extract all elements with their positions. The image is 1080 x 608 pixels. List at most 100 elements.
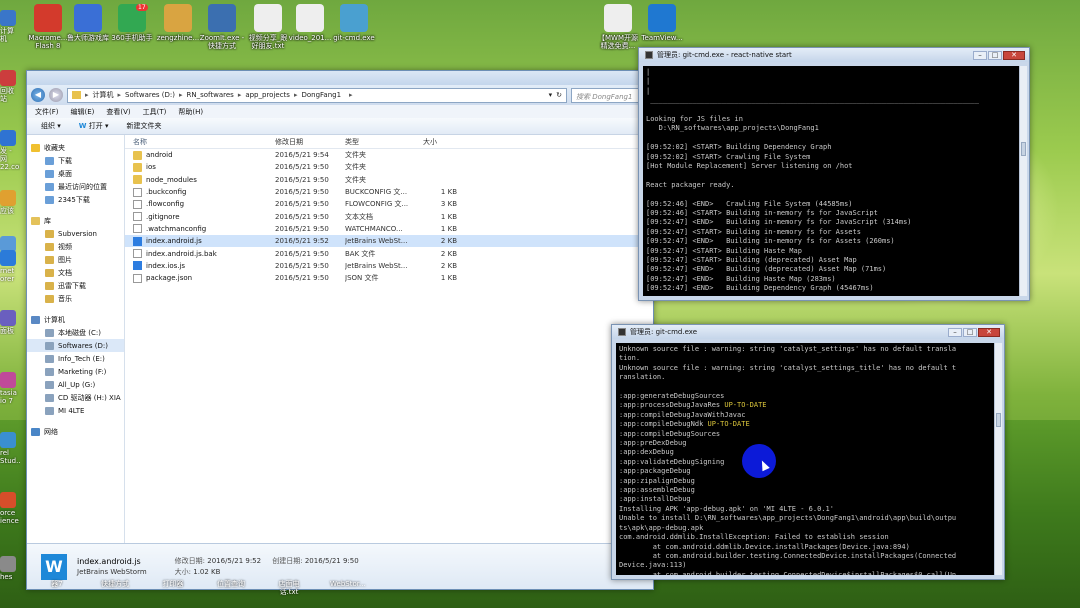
desktop-shortcut[interactable]: rnet orer — [0, 250, 20, 283]
nav-item[interactable]: 视频 — [27, 240, 124, 253]
breadcrumb-item[interactable]: Softwares (D:) — [125, 91, 175, 99]
nav-item[interactable]: All_Up (G:) — [27, 378, 124, 391]
desktop-shortcut[interactable]: 回收站 — [0, 70, 20, 103]
desktop-shortcut[interactable]: git-cmd.exe — [328, 4, 380, 42]
nav-item[interactable]: 迅雷下载 — [27, 279, 124, 292]
file-row[interactable]: .watchmanconfig 2016/5/21 9:50 WATCHMANCO.… — [125, 223, 653, 235]
menu-edit[interactable]: 编辑(E) — [71, 107, 95, 117]
desktop-shortcut[interactable]: hes — [0, 556, 20, 581]
nav-item[interactable]: 本地磁盘 (C:) — [27, 326, 124, 339]
scrollbar-thumb[interactable] — [996, 413, 1001, 427]
file-row[interactable]: index.android.js.bak 2016/5/21 9:50 BAK 文件… — [125, 247, 653, 259]
column-name[interactable]: 名称 — [125, 137, 275, 147]
scrollbar[interactable] — [994, 343, 1002, 575]
console-window-packager[interactable]: 管理员: git-cmd.exe - react-native start – … — [638, 47, 1030, 301]
nav-item[interactable]: 下载 — [27, 154, 124, 167]
column-date[interactable]: 修改日期 — [275, 137, 345, 147]
desktop-shortcut-label[interactable]: 店面电话.txt — [272, 580, 306, 608]
explorer-titlebar[interactable] — [27, 71, 653, 85]
refresh-icon[interactable]: ↻ — [556, 91, 562, 99]
file-row[interactable]: .buckconfig 2016/5/21 9:50 BUCKCONFIG 文...… — [125, 186, 653, 198]
desktop-shortcut[interactable]: 发 - 网 22.com — [0, 130, 20, 171]
nav-item[interactable]: 最近访问的位置 — [27, 180, 124, 193]
maximize-button[interactable]: □ — [963, 327, 977, 337]
file-row[interactable]: index.android.js 2016/5/21 9:52 JetBrains … — [125, 235, 653, 248]
desktop-shortcut[interactable]: 应该 — [0, 190, 20, 215]
desktop-shortcut[interactable]: tasia io 7 — [0, 372, 20, 405]
desktop-shortcut[interactable]: 计算机 — [0, 10, 20, 43]
address-bar[interactable]: ▸ 计算机 ▸ Softwares (D:) ▸ RN_softwares ▸ … — [67, 87, 567, 103]
console-titlebar[interactable]: 管理员: git-cmd.exe - react-native start – … — [639, 48, 1029, 62]
desktop-shortcut[interactable]: ZoomIt.exe - 快捷方式 — [196, 4, 248, 50]
file-row[interactable]: .gitignore 2016/5/21 9:50 文本文档 1 KB — [125, 210, 653, 222]
file-size: 1 KB — [440, 274, 457, 283]
file-name-cell: ios — [125, 162, 275, 172]
desktop-shortcut[interactable]: orce ience — [0, 492, 20, 525]
scrollbar[interactable] — [1019, 66, 1027, 296]
desktop-shortcut-label[interactable]: 位置查询 — [214, 580, 248, 608]
nav-item[interactable]: CD 驱动器 (H:) XIA — [27, 391, 124, 404]
nav-section-header[interactable]: 库 — [27, 214, 124, 227]
desktop-shortcut[interactable]: 面板 — [0, 310, 20, 335]
breadcrumb-item[interactable]: 计算机 — [93, 90, 114, 100]
console-line: :app:generateDebugSources — [619, 392, 725, 401]
file-row[interactable]: android 2016/5/21 9:54 文件夹 — [125, 149, 653, 161]
nav-section-header[interactable]: 网络 — [27, 425, 124, 438]
nav-section-header[interactable]: 收藏夹 — [27, 141, 124, 154]
nav-item[interactable]: 图片 — [27, 253, 124, 266]
explorer-window[interactable]: ◀ ▶ ▸ 计算机 ▸ Softwares (D:) ▸ RN_software… — [26, 70, 654, 590]
console-window-build[interactable]: 管理员: git-cmd.exe – □ ✕ Unknown source fi… — [611, 324, 1005, 580]
desktop-shortcut-label[interactable]: WebStor... — [330, 580, 366, 608]
file-name-cell: .gitignore — [125, 212, 275, 222]
nav-section-header[interactable]: 计算机 — [27, 313, 124, 326]
nav-item[interactable]: 桌面 — [27, 167, 124, 180]
nav-item[interactable]: 文档 — [27, 266, 124, 279]
close-button[interactable]: ✕ — [978, 327, 1000, 337]
desktop-shortcut-label[interactable]: 器7 — [40, 580, 74, 608]
file-row[interactable]: ios 2016/5/21 9:50 文件夹 — [125, 161, 653, 173]
desktop-shortcut-label: git-cmd.exe — [333, 34, 375, 42]
breadcrumb-separator: ▸ — [293, 91, 298, 99]
open-button[interactable]: W 打开 ▾ — [79, 121, 109, 131]
maximize-button[interactable]: □ — [988, 50, 1002, 60]
close-button[interactable]: ✕ — [1003, 50, 1025, 60]
console-titlebar[interactable]: 管理员: git-cmd.exe – □ ✕ — [612, 325, 1004, 339]
minimize-button[interactable]: – — [948, 327, 962, 337]
file-row[interactable]: node_modules 2016/5/21 9:50 文件夹 — [125, 174, 653, 186]
nav-item[interactable]: 2345下载 — [27, 193, 124, 206]
breadcrumb-item[interactable]: app_projects — [245, 91, 290, 99]
console-output[interactable]: Unknown source file : warning: string 'c… — [616, 343, 994, 575]
desktop-shortcut-label[interactable]: 快捷方式 — [98, 580, 132, 608]
nav-item[interactable]: Info_Tech (E:) — [27, 352, 124, 365]
nav-item[interactable]: Marketing (F:) — [27, 365, 124, 378]
console-output[interactable]: | | | ____________________________________… — [643, 66, 1019, 296]
breadcrumb-item[interactable]: DongFang1 — [301, 91, 341, 99]
minimize-button[interactable]: – — [973, 50, 987, 60]
nav-item[interactable]: MI 4LTE — [27, 404, 124, 417]
nav-item[interactable]: Softwares (D:) — [27, 339, 124, 352]
file-type: JetBrains WebSt... — [345, 237, 408, 246]
menu-view[interactable]: 查看(V) — [106, 107, 130, 117]
column-size[interactable]: 大小 — [415, 137, 457, 147]
menu-file[interactable]: 文件(F) — [35, 107, 59, 117]
organize-button[interactable]: 组织 ▾ — [41, 121, 61, 131]
desktop-shortcut-label[interactable]: 打印器 — [156, 580, 190, 608]
file-row[interactable]: package.json 2016/5/21 9:50 JSON 文件 1 KB — [125, 272, 653, 284]
menu-tools[interactable]: 工具(T) — [143, 107, 167, 117]
file-row[interactable]: index.ios.js 2016/5/21 9:50 JetBrains WebS… — [125, 260, 653, 272]
breadcrumb-item[interactable]: RN_softwares — [187, 91, 234, 99]
desktop-shortcut[interactable]: rel Stud... — [0, 432, 20, 465]
file-row[interactable]: .flowconfig 2016/5/21 9:50 FLOWCONFIG 文...… — [125, 198, 653, 210]
scrollbar-thumb[interactable] — [1021, 142, 1026, 156]
new-folder-button[interactable]: 新建文件夹 — [126, 121, 161, 131]
forward-arrow-icon[interactable]: ▶ — [49, 88, 63, 102]
desktop-shortcut[interactable]: TeamView... — [636, 4, 688, 42]
back-arrow-icon[interactable]: ◀ — [31, 88, 45, 102]
desktop-shortcut[interactable]: 360手机助手 — [106, 4, 158, 42]
chevron-down-icon[interactable]: ▾ — [549, 91, 553, 99]
nav-item[interactable]: 音乐 — [27, 292, 124, 305]
nav-item[interactable]: Subversion — [27, 227, 124, 240]
column-type[interactable]: 类型 — [345, 137, 415, 147]
menu-help[interactable]: 帮助(H) — [178, 107, 203, 117]
console-line: [09:52:47] <START> Building in-memory fs… — [646, 227, 861, 236]
